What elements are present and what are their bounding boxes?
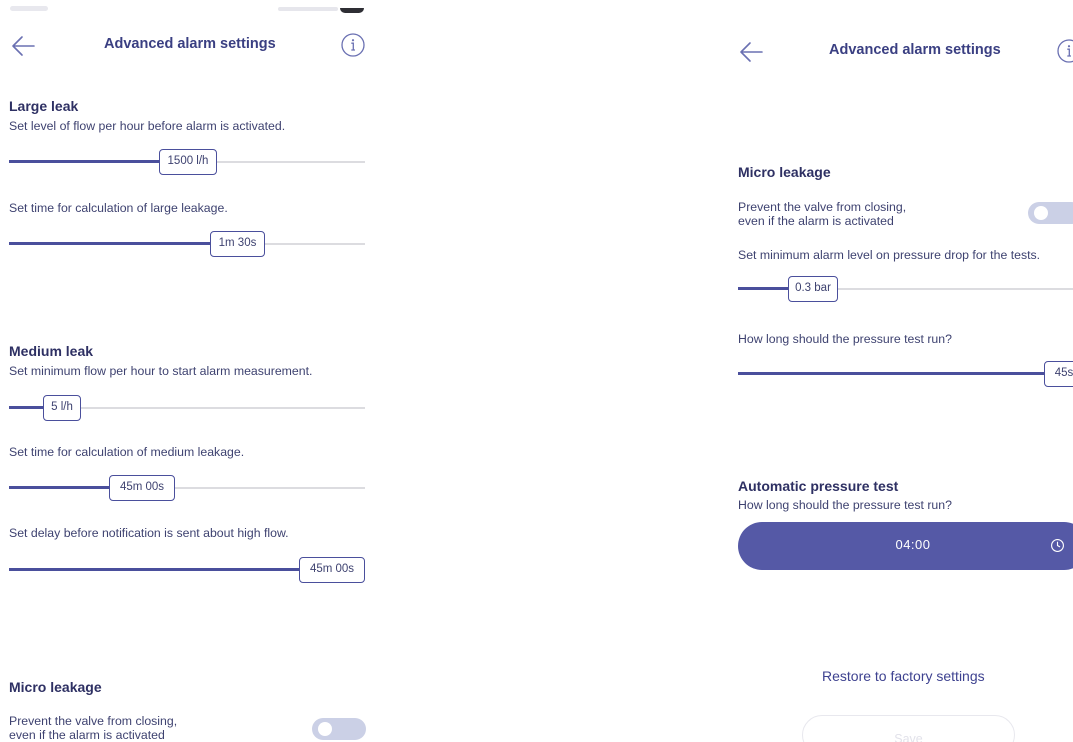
slider-fill (9, 160, 161, 163)
large-leak-time-slider[interactable]: 1m 30s (9, 230, 365, 258)
prevent-closing-line1: Prevent the valve from closing, (738, 200, 907, 214)
slider-value-badge[interactable]: 1m 30s (210, 231, 265, 257)
large-leak-time-desc: Set time for calculation of large leakag… (9, 201, 228, 215)
pressure-drop-slider[interactable]: 0.3 bar (738, 275, 1073, 303)
slider-fill (9, 242, 212, 245)
medium-leak-flow-slider[interactable]: 5 l/h (9, 394, 365, 422)
slider-value-badge[interactable]: 0.3 bar (788, 276, 838, 302)
pressure-drop-desc: Set minimum alarm level on pressure drop… (738, 248, 1041, 262)
time-value: 04:00 (895, 537, 931, 552)
prevent-closing-line2: even if the alarm is activated (738, 214, 894, 228)
right-screen: Advanced alarm settings Micro leakage Pr… (728, 0, 1073, 742)
medium-leak-time-slider[interactable]: 45m 00s (9, 474, 365, 502)
status-indicator (340, 8, 364, 13)
slider-value-badge[interactable]: 45s (1044, 361, 1073, 387)
pressure-test-duration-desc: How long should the pressure test run? (738, 332, 952, 346)
restore-factory-settings-link[interactable]: Restore to factory settings (822, 668, 985, 684)
slider-fill (738, 372, 1048, 375)
save-button-label: Save (894, 732, 923, 742)
save-button[interactable]: Save (802, 715, 1015, 742)
status-blur-right (278, 7, 338, 11)
page-title: Advanced alarm settings (104, 36, 276, 52)
slider-value-badge[interactable]: 5 l/h (43, 395, 81, 421)
large-leak-flow-desc: Set level of flow per hour before alarm … (9, 119, 286, 133)
slider-fill (9, 486, 111, 489)
slider-value-badge[interactable]: 1500 l/h (159, 149, 217, 175)
header: Advanced alarm settings (728, 34, 1073, 70)
auto-pressure-test-desc: How long should the pressure test run? (738, 498, 952, 512)
prevent-closing-line2: even if the alarm is activated (9, 728, 165, 742)
micro-leakage-title: Micro leakage (9, 679, 102, 695)
medium-leak-time-desc: Set time for calculation of medium leaka… (9, 445, 245, 459)
slider-value-badge[interactable]: 45m 00s (299, 557, 365, 583)
prevent-closing-line1: Prevent the valve from closing, (9, 714, 178, 728)
prevent-closing-toggle[interactable] (312, 718, 366, 740)
medium-leak-delay-desc: Set delay before notification is sent ab… (9, 526, 289, 540)
slider-fill (738, 287, 790, 290)
toggle-thumb (1034, 206, 1048, 220)
header: Advanced alarm settings (0, 28, 375, 64)
medium-leak-flow-desc: Set minimum flow per hour to start alarm… (9, 364, 313, 378)
medium-leak-title: Medium leak (9, 343, 94, 359)
large-leak-title: Large leak (9, 98, 79, 114)
slider-value-badge[interactable]: 45m 00s (109, 475, 175, 501)
info-icon[interactable] (1056, 38, 1073, 64)
slider-fill (9, 568, 301, 571)
page-title: Advanced alarm settings (829, 42, 1001, 58)
pressure-test-duration-slider[interactable]: 45s (738, 360, 1073, 388)
medium-leak-delay-slider[interactable]: 45m 00s (9, 556, 365, 584)
slider-fill (9, 406, 45, 409)
auto-pressure-test-title: Automatic pressure test (738, 478, 899, 494)
clock-icon (1051, 539, 1064, 552)
back-arrow-icon[interactable] (10, 32, 38, 60)
micro-leakage-title: Micro leakage (738, 164, 831, 180)
toggle-thumb (318, 722, 332, 736)
left-screen: Advanced alarm settings Large leak Set l… (0, 0, 375, 742)
back-arrow-icon[interactable] (738, 38, 766, 66)
prevent-closing-toggle[interactable] (1028, 202, 1073, 224)
large-leak-flow-slider[interactable]: 1500 l/h (9, 148, 365, 176)
status-blur-left (10, 6, 48, 11)
status-bar (0, 0, 375, 14)
auto-pressure-test-time-button[interactable]: 04:00 (738, 522, 1073, 570)
info-icon[interactable] (340, 32, 366, 58)
